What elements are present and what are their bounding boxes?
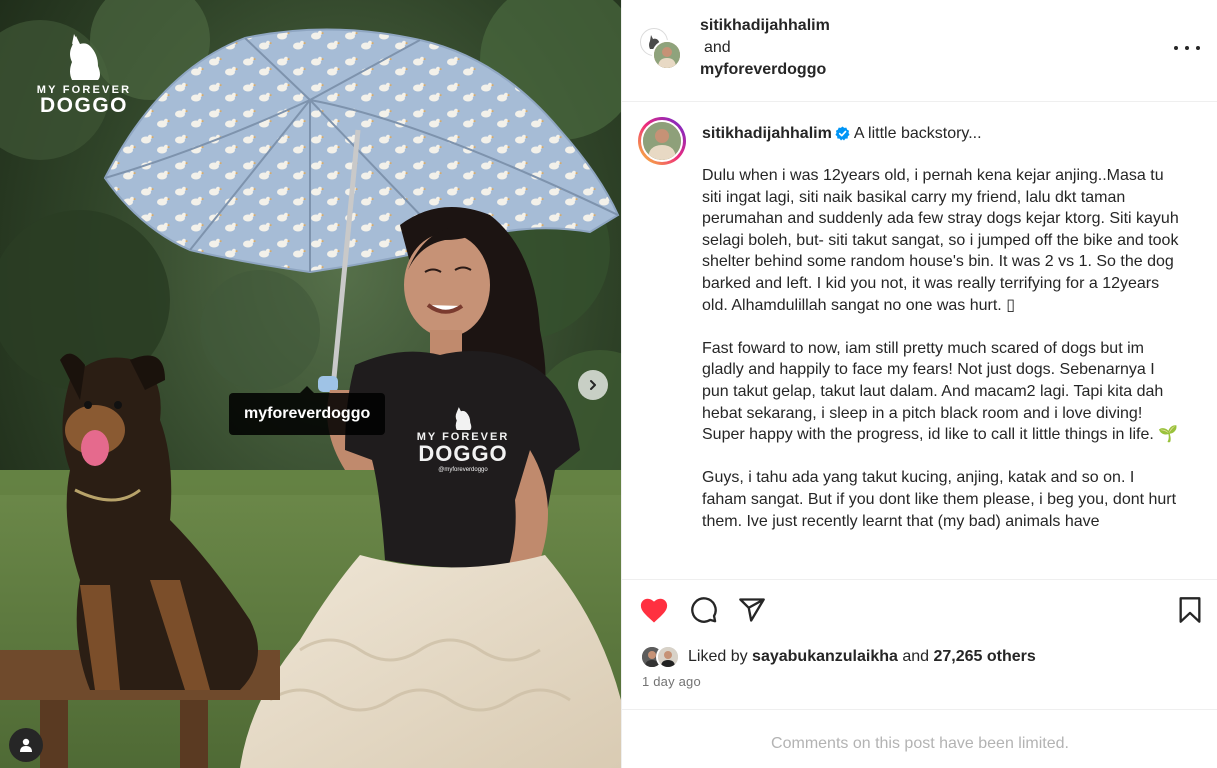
bookmark-icon [1179, 597, 1201, 623]
avatar-sitikhadijahhalim[interactable] [652, 40, 682, 70]
post-photo[interactable]: MY FOREVER DOGGO MY FOREVER DOGGO @myfor… [0, 0, 621, 768]
likes-count[interactable]: 27,265 others [934, 648, 1036, 666]
header-username-2[interactable]: myforeverdoggo [700, 59, 830, 81]
caption-paragraph: Guys, i tahu ada yang takut kucing, anji… [702, 469, 1177, 530]
caption-area[interactable]: sitikhadijahhalim A little backstory... … [622, 103, 1217, 579]
collab-names: sitikhadijahhalim and myforeverdoggo [700, 15, 830, 81]
liked-by-prefix: Liked by [688, 648, 748, 665]
post-header: sitikhadijahhalim and myforeverdoggo [622, 0, 1217, 102]
collab-avatars[interactable] [640, 28, 684, 72]
heart-filled-icon [640, 598, 668, 623]
verified-badge-icon [835, 126, 850, 141]
shirt-dog-icon [455, 407, 472, 430]
avatar-photo-icon [654, 42, 680, 68]
post-timestamp[interactable]: 1 day ago [642, 674, 701, 689]
avatar-photo-icon [658, 647, 678, 667]
tag-pill[interactable]: myforeverdoggo [229, 386, 386, 435]
dog-logo-icon [70, 34, 100, 80]
like-button[interactable] [639, 596, 669, 629]
caption-paragraph: Fast foward to now, iam still pretty muc… [702, 339, 1179, 444]
user-tag-icon [20, 738, 32, 752]
save-button[interactable] [1178, 596, 1202, 629]
header-username-1[interactable]: sitikhadijahhalim [700, 15, 830, 37]
liker-avatar[interactable] [656, 645, 680, 669]
likes-row: Liked by sayabukanzulaikha and 27,265 ot… [640, 644, 1036, 670]
post-actions: Liked by sayabukanzulaikha and 27,265 ot… [622, 579, 1217, 709]
brand-logo: MY FOREVER DOGGO [30, 32, 138, 116]
comment-icon [691, 597, 717, 623]
shirt-text-bottom: DOGGO [418, 441, 508, 466]
likes-avatars[interactable] [640, 645, 686, 669]
share-button[interactable] [738, 596, 766, 629]
tagged-users-button[interactable] [9, 728, 43, 762]
liked-by-user[interactable]: sayabukanzulaikha [752, 648, 898, 666]
shirt-print: MY FOREVER DOGGO @myforeverdoggo [393, 405, 533, 473]
caption-title: A little backstory... [853, 125, 982, 142]
more-options-button[interactable] [1174, 38, 1200, 58]
brand-logo-bottom: DOGGO [39, 94, 128, 117]
post-side-panel: sitikhadijahhalim and myforeverdoggo sit… [621, 0, 1217, 768]
caption-head: sitikhadijahhalim A little backstory... [702, 123, 982, 145]
next-image-button[interactable] [578, 370, 608, 400]
chevron-right-icon [590, 380, 596, 390]
avatar-photo-icon [643, 122, 681, 160]
send-icon [739, 598, 765, 622]
caption-paragraph: Dulu when i was 12years old, i pernah ke… [702, 167, 1179, 314]
header-and-text: and [704, 39, 731, 56]
shirt-handle: @myforeverdoggo [438, 467, 488, 473]
comments-limited-notice: Comments on this post have been limited. [622, 709, 1217, 768]
caption-username[interactable]: sitikhadijahhalim [702, 125, 832, 142]
comment-button[interactable] [690, 596, 718, 629]
caption-text: Dulu when i was 12years old, i pernah ke… [702, 165, 1180, 554]
more-horizontal-icon [1174, 46, 1178, 50]
caption-avatar[interactable] [638, 117, 686, 165]
liked-by-and: and [902, 648, 930, 665]
tag-label: myforeverdoggo [244, 405, 371, 422]
